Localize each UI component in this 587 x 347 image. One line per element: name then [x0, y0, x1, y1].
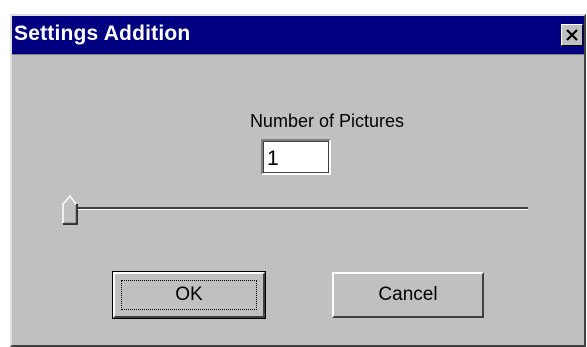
cancel-button-label: Cancel — [378, 284, 438, 305]
title-bar[interactable]: Settings Addition — [12, 16, 584, 54]
dialog-body: Number of Pictures OK Cancel — [12, 54, 584, 345]
ok-button[interactable]: OK — [112, 271, 266, 319]
close-icon — [566, 29, 578, 41]
window-title: Settings Addition — [14, 22, 191, 45]
pictures-slider-track[interactable] — [78, 207, 528, 210]
ok-button-label: OK — [175, 284, 203, 305]
close-button[interactable] — [561, 24, 583, 46]
number-of-pictures-label: Number of Pictures — [249, 111, 404, 131]
settings-dialog: Settings Addition Number of Pictures OK … — [10, 14, 586, 347]
slider-thumb-icon[interactable] — [62, 195, 84, 225]
cancel-button[interactable]: Cancel — [332, 272, 484, 318]
number-of-pictures-input[interactable] — [261, 139, 331, 175]
